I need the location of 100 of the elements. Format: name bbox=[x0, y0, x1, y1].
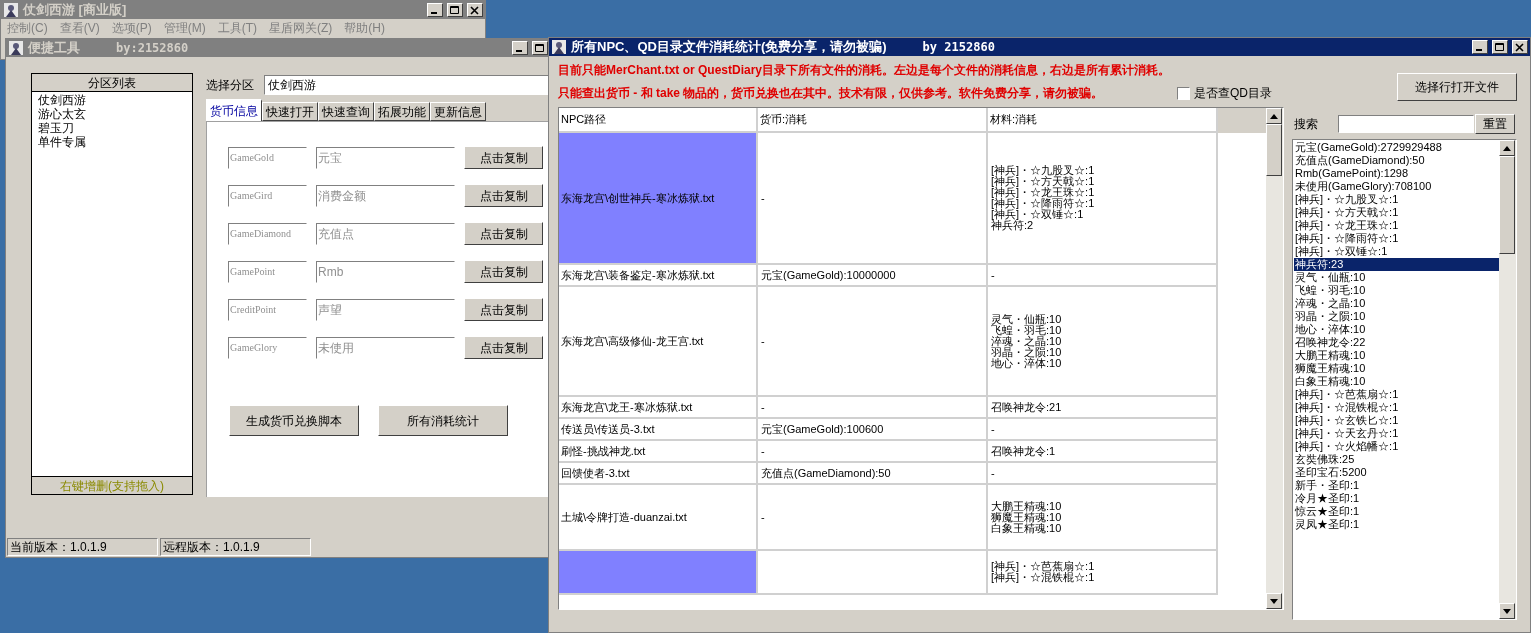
close-icon[interactable] bbox=[1512, 40, 1528, 54]
list-item[interactable]: 游心太玄 bbox=[38, 107, 186, 121]
maximize-icon[interactable] bbox=[1492, 40, 1508, 54]
field-key-input[interactable]: GameGlory bbox=[228, 336, 307, 359]
field-key-input[interactable]: GamePoint bbox=[228, 260, 307, 283]
search-field[interactable] bbox=[1338, 115, 1474, 133]
scrollbar[interactable] bbox=[1266, 108, 1283, 609]
copy-button[interactable]: 点击复制 bbox=[464, 146, 543, 169]
minimize-icon[interactable] bbox=[512, 41, 528, 55]
table-cell[interactable]: 土城\令牌打造-duanzai.txt bbox=[559, 485, 758, 551]
list-item[interactable]: 玄奘佛珠:25 bbox=[1294, 453, 1499, 466]
currency-name-input[interactable]: 充值点 bbox=[316, 222, 455, 245]
list-item[interactable]: [神兵]・☆降雨符☆:1 bbox=[1294, 232, 1499, 245]
open-file-button[interactable]: 选择行打开文件 bbox=[1397, 73, 1517, 101]
list-item[interactable]: 仗剑西游 bbox=[38, 93, 186, 107]
list-item[interactable]: [神兵]・☆混铁棍☆:1 bbox=[1294, 401, 1499, 414]
list-item[interactable]: 白象王精魂:10 bbox=[1294, 375, 1499, 388]
scroll-up-button[interactable] bbox=[1266, 108, 1282, 124]
window-title: 所有NPC、QD目录文件消耗统计(免费分享，请勿被骗) bbox=[571, 38, 887, 57]
list-item[interactable]: 未使用(GameGlory):708100 bbox=[1294, 180, 1499, 193]
table-cell[interactable]: 东海龙宫\高级修仙-龙王宫.txt bbox=[559, 287, 758, 397]
list-item[interactable]: [神兵]・☆玄铁匕☆:1 bbox=[1294, 414, 1499, 427]
currency-name-input[interactable]: 消费金额 bbox=[316, 184, 455, 207]
column-header: NPC路径 bbox=[559, 108, 758, 133]
field-key-input[interactable]: CreditPoint bbox=[228, 298, 307, 321]
table-cell[interactable]: 回馈使者-3.txt bbox=[559, 463, 758, 485]
currency-name-input[interactable]: 未使用 bbox=[316, 336, 455, 359]
copy-button[interactable]: 点击复制 bbox=[464, 336, 543, 359]
list-header: 分区列表 bbox=[32, 74, 192, 92]
currency-name-input[interactable]: Rmb bbox=[316, 260, 455, 283]
list-item[interactable]: 淬魂・之晶:10 bbox=[1294, 297, 1499, 310]
scroll-thumb[interactable] bbox=[1499, 156, 1515, 254]
copy-button[interactable]: 点击复制 bbox=[464, 184, 543, 207]
table-cell[interactable]: 刷怪-挑战神龙.txt bbox=[559, 441, 758, 463]
list-item[interactable]: [神兵]・☆方天戟☆:1 bbox=[1294, 206, 1499, 219]
list-item[interactable]: 地心・淬体:10 bbox=[1294, 323, 1499, 336]
list-item[interactable]: 冷月★圣印:1 bbox=[1294, 492, 1499, 505]
material-cost: 淬魂・之晶:10 bbox=[991, 335, 1063, 347]
copy-button[interactable]: 点击复制 bbox=[464, 260, 543, 283]
list-item[interactable]: [神兵]・☆火焰幡☆:1 bbox=[1294, 440, 1499, 453]
list-item[interactable]: [神兵]・☆芭蕉扇☆:1 bbox=[1294, 388, 1499, 401]
list-item[interactable]: 灵气・仙瓶:10 bbox=[1294, 271, 1499, 284]
list-item[interactable]: 灵凤★圣印:1 bbox=[1294, 518, 1499, 531]
list-item[interactable]: 圣印宝石:5200 bbox=[1294, 466, 1499, 479]
list-item[interactable]: 碧玉刀 bbox=[38, 121, 186, 135]
scroll-thumb[interactable] bbox=[1266, 124, 1282, 176]
file-path: 东海龙宫\创世神兵-寒冰炼狱.txt bbox=[561, 190, 715, 206]
list-item[interactable]: [神兵]・☆龙王珠☆:1 bbox=[1294, 219, 1499, 232]
scroll-up-button[interactable] bbox=[1499, 140, 1515, 156]
list-item[interactable]: 新手・圣印:1 bbox=[1294, 479, 1499, 492]
currency-name-input[interactable]: 元宝 bbox=[316, 146, 455, 169]
action-button[interactable]: 所有消耗统计 bbox=[378, 405, 508, 436]
copy-button[interactable]: 点击复制 bbox=[464, 298, 543, 321]
list-item[interactable]: [神兵]・☆九股叉☆:1 bbox=[1294, 193, 1499, 206]
action-button[interactable]: 生成货币兑换脚本 bbox=[229, 405, 359, 436]
scrollbar[interactable] bbox=[1499, 140, 1516, 619]
scroll-down-button[interactable] bbox=[1499, 603, 1515, 619]
table-cell: - bbox=[758, 287, 988, 397]
list-item[interactable]: 单件专属 bbox=[38, 135, 186, 149]
close-icon[interactable] bbox=[467, 3, 483, 17]
table-cell[interactable]: 传送员\传送员-3.txt bbox=[559, 419, 758, 441]
list-item[interactable]: [神兵]・☆天玄丹☆:1 bbox=[1294, 427, 1499, 440]
material-cost: [神兵]・☆方天戟☆:1 bbox=[991, 176, 1096, 187]
field-key-input[interactable]: GameDiamond bbox=[228, 222, 307, 245]
table-cell[interactable]: 东海龙宫\装备鉴定-寒冰炼狱.txt bbox=[559, 265, 758, 287]
table-cell[interactable] bbox=[559, 551, 758, 595]
copy-button[interactable]: 点击复制 bbox=[464, 222, 543, 245]
list-item[interactable]: 元宝(GameGold):2729929488 bbox=[1294, 141, 1499, 154]
list-item[interactable]: 羽晶・之陨:10 bbox=[1294, 310, 1499, 323]
list-item[interactable]: 大鹏王精魂:10 bbox=[1294, 349, 1499, 362]
material-cost: 召唤神龙令:21 bbox=[991, 401, 1063, 413]
list-item[interactable]: 狮魔王精魂:10 bbox=[1294, 362, 1499, 375]
scroll-down-button[interactable] bbox=[1266, 593, 1282, 609]
field-key-input[interactable]: GameGold bbox=[228, 146, 307, 169]
table-cell[interactable]: 东海龙宫\龙王-寒冰炼狱.txt bbox=[559, 397, 758, 419]
list-item[interactable]: 惊云★圣印:1 bbox=[1294, 505, 1499, 518]
list-item[interactable]: Rmb(GamePoint):1298 bbox=[1294, 167, 1499, 180]
search-label: 搜索 bbox=[1293, 116, 1319, 133]
list-item[interactable]: 神兵符:23 bbox=[1294, 258, 1499, 271]
list-item[interactable]: 飞蝗・羽毛:10 bbox=[1294, 284, 1499, 297]
tab[interactable]: 货币信息 bbox=[206, 99, 262, 121]
tab[interactable]: 更新信息 bbox=[430, 102, 486, 121]
list-item[interactable]: 召唤神龙令:22 bbox=[1294, 336, 1499, 349]
maximize-icon[interactable] bbox=[447, 3, 463, 17]
list-item[interactable]: 充值点(GameDiamond):50 bbox=[1294, 154, 1499, 167]
tab[interactable]: 拓展功能 bbox=[374, 102, 430, 121]
list-item[interactable]: [神兵]・☆双锤☆:1 bbox=[1294, 245, 1499, 258]
status-field: 当前版本：1.0.1.9 bbox=[7, 538, 158, 556]
field-key-input[interactable]: GameGird bbox=[228, 184, 307, 207]
tab[interactable]: 快速打开 bbox=[262, 102, 318, 121]
minimize-icon[interactable] bbox=[427, 3, 443, 17]
maximize-icon[interactable] bbox=[532, 41, 548, 55]
table-cell[interactable]: 东海龙宫\创世神兵-寒冰炼狱.txt bbox=[559, 133, 758, 265]
minimize-icon[interactable] bbox=[1472, 40, 1488, 54]
reset-button[interactable]: 重置 bbox=[1475, 114, 1515, 134]
partition-select[interactable]: 仗剑西游 bbox=[264, 75, 550, 95]
currency-name-input[interactable]: 声望 bbox=[316, 298, 455, 321]
checkbox[interactable] bbox=[1177, 86, 1190, 100]
table-cell: 元宝(GameGold):100600 bbox=[758, 419, 988, 441]
tab[interactable]: 快速查询 bbox=[318, 102, 374, 121]
